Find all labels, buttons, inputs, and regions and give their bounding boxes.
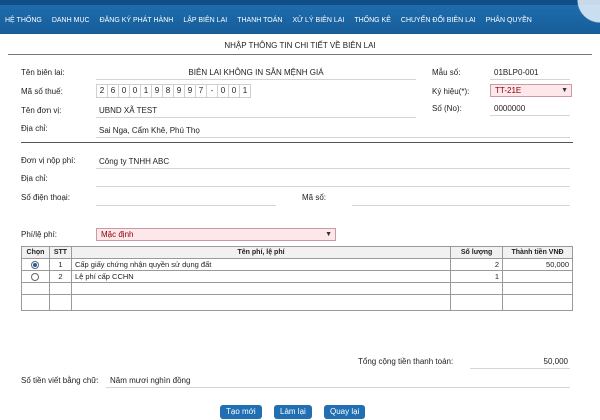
- symbol-label: Ký hiệu(*):: [432, 87, 470, 96]
- amount-in-words-label: Số tiền viết bằng chữ:: [21, 376, 99, 385]
- tax-cell: 1: [239, 84, 251, 98]
- total-value: 50,000: [543, 357, 568, 366]
- nav-dang-ky-phat-hanh[interactable]: ĐĂNG KÝ PHÁT HÀNH: [95, 17, 179, 24]
- nav-lap-bien-lai[interactable]: LẬP BIÊN LAI: [178, 17, 232, 24]
- row-fee-name: Cấp giấy chứng nhận quyền sử dụng đất: [70, 258, 452, 271]
- form-no-label: Mẫu số:: [432, 68, 461, 77]
- address-label: Địa chỉ:: [21, 124, 48, 133]
- number-value: 0000000: [494, 104, 526, 113]
- row-amount: 50,000: [502, 258, 573, 271]
- fee-type-label: Phí/lệ phí:: [21, 230, 58, 239]
- nav-danh-muc[interactable]: DANH MỤC: [47, 17, 95, 24]
- table-row[interactable]: 1 Cấp giấy chứng nhận quyền sử dụng đất …: [21, 258, 573, 271]
- col-header-amount: Thành tiền VNĐ: [502, 246, 573, 259]
- nav-thong-ke[interactable]: THỐNG KÊ: [349, 17, 396, 24]
- col-header-stt: STT: [48, 246, 72, 259]
- symbol-select[interactable]: TT-21E ▼: [490, 84, 572, 97]
- payer-phone-label: Số điện thoại:: [21, 193, 70, 202]
- symbol-select-value: TT-21E: [495, 86, 522, 95]
- payer-code-label: Mã số:: [302, 193, 327, 202]
- nav-phan-quyen[interactable]: PHÂN QUYỀN: [481, 17, 537, 24]
- table-row[interactable]: 2 Lệ phí cấp CCHN 1: [21, 270, 573, 283]
- row-select-radio[interactable]: [31, 273, 40, 281]
- form-no-value: 01BLP0-001: [494, 68, 539, 77]
- amount-in-words-underline: [106, 387, 570, 388]
- col-header-fee-name: Tên phí, lệ phí: [70, 246, 452, 259]
- chevron-down-icon: ▼: [325, 231, 332, 238]
- nav-xu-ly-bien-lai[interactable]: XỬ LÝ BIÊN LAI: [287, 17, 349, 24]
- fee-type-select-value: Mặc định: [101, 230, 134, 239]
- chevron-down-icon: ▼: [561, 87, 568, 94]
- row-select-radio[interactable]: [31, 261, 40, 269]
- number-label: Số (No):: [432, 104, 462, 113]
- receipt-name-value: BIÊN LAI KHÔNG IN SẴN MỆNH GIÁ: [188, 68, 324, 77]
- back-button[interactable]: Quay lại: [324, 405, 366, 419]
- address-value: Sai Nga, Cẩm Khê, Phú Thọ: [99, 126, 200, 135]
- row-quantity[interactable]: 2: [450, 258, 504, 271]
- form-title: NHẬP THÔNG TIN CHI TIẾT VỀ BIÊN LAI: [224, 41, 376, 50]
- total-underline: [470, 368, 570, 369]
- payer-code-field[interactable]: [352, 205, 570, 206]
- title-divider: [8, 54, 592, 55]
- nav-thanh-toan[interactable]: THANH TOÁN: [232, 17, 287, 24]
- fee-table: Chọn STT Tên phí, lệ phí Số lượng Thành …: [21, 246, 573, 311]
- redo-button[interactable]: Làm lại: [274, 405, 312, 419]
- row-stt: 1: [48, 258, 72, 271]
- receipt-name-underline: [96, 79, 416, 80]
- payer-address-label: Địa chỉ:: [21, 174, 48, 183]
- receipt-name-label: Tên biên lai:: [21, 68, 65, 77]
- nav-chuyen-doi-bien-lai[interactable]: CHUYỂN ĐỔI BIÊN LAI: [396, 17, 481, 24]
- payer-phone-field[interactable]: [96, 205, 276, 206]
- payer-unit-value: Công ty TNHH ABC: [99, 157, 170, 166]
- fee-table-header: Chọn STT Tên phí, lệ phí Số lượng Thành …: [21, 246, 573, 259]
- row-stt: 2: [48, 270, 72, 283]
- table-row: [21, 294, 573, 311]
- form-no-underline: [490, 79, 570, 80]
- unit-name-label: Tên đơn vị:: [21, 106, 62, 115]
- payer-address-field[interactable]: [96, 186, 570, 187]
- total-label: Tổng cộng tiền thanh toán:: [358, 357, 454, 366]
- amount-in-words-value: Năm mươi nghìn đồng: [110, 376, 191, 385]
- tax-code-cells[interactable]: 2 6 0 0 1 9 8 9 9 7 - 0 0 1: [96, 84, 251, 98]
- col-header-quantity: Số lượng: [450, 246, 504, 259]
- address-underline: [96, 137, 570, 138]
- row-amount: [502, 270, 573, 283]
- unit-name-value: UBND XÃ TEST: [99, 106, 158, 115]
- payer-unit-underline: [96, 168, 570, 169]
- fee-type-select[interactable]: Mặc định ▼: [96, 228, 336, 241]
- unit-name-underline: [96, 117, 416, 118]
- top-banner: HỆ THỐNG DANH MỤC ĐĂNG KÝ PHÁT HÀNH LẬP …: [0, 0, 600, 34]
- col-header-select: Chọn: [21, 246, 50, 259]
- section-divider: [21, 142, 573, 143]
- main-nav: HỆ THỐNG DANH MỤC ĐĂNG KÝ PHÁT HÀNH LẬP …: [0, 11, 537, 29]
- row-fee-name: Lệ phí cấp CCHN: [70, 270, 452, 283]
- nav-he-thong[interactable]: HỆ THỐNG: [0, 17, 47, 24]
- tax-code-label: Mã số thuế:: [21, 87, 63, 96]
- row-quantity[interactable]: 1: [450, 270, 504, 283]
- table-row: [21, 282, 573, 295]
- number-underline: [490, 115, 570, 116]
- payer-unit-label: Đơn vị nộp phí:: [21, 156, 76, 165]
- create-new-button[interactable]: Tạo mới: [220, 405, 262, 419]
